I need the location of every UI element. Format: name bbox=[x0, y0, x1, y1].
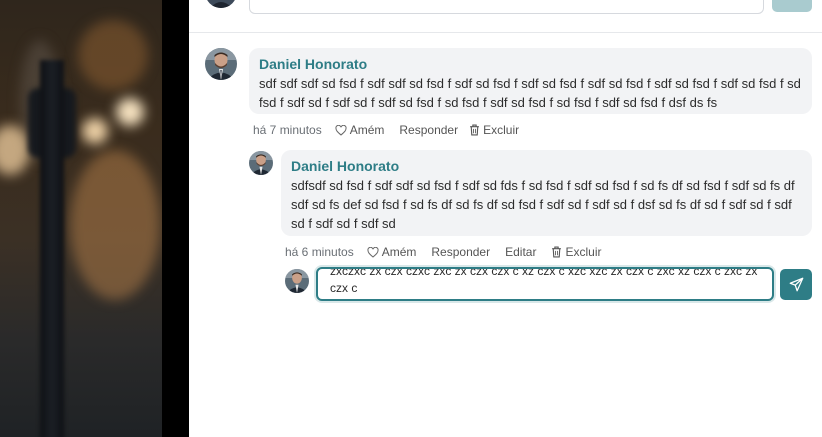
reply-label: Responder bbox=[399, 123, 459, 137]
divider bbox=[189, 32, 822, 33]
delete-button[interactable]: Excluir bbox=[469, 123, 519, 137]
heart-icon bbox=[335, 124, 347, 136]
amen-label: Amém bbox=[349, 123, 385, 137]
reply-text: sdfsdf sd fsd f sdf sdf sd fsd f sdf sd … bbox=[291, 178, 795, 231]
delete-label: Excluir bbox=[565, 245, 602, 259]
edit-label: Editar bbox=[505, 245, 537, 259]
avatar bbox=[249, 151, 273, 175]
reply-bubble: Daniel Honorato sdfsdf sd fsd f sdf sdf … bbox=[281, 150, 812, 236]
trash-icon bbox=[470, 124, 479, 136]
send-icon bbox=[789, 277, 803, 292]
edit-button[interactable]: Editar bbox=[505, 245, 536, 259]
backdrop-strip bbox=[162, 0, 189, 437]
send-button[interactable] bbox=[780, 269, 812, 300]
reply-textarea[interactable]: zxczxc zx czx czxc zxc zx czx czx c xz c… bbox=[316, 267, 774, 301]
reply-label: Responder bbox=[431, 245, 491, 259]
reply-author[interactable]: Daniel Honorato bbox=[291, 157, 802, 175]
reply-button[interactable]: Responder bbox=[431, 245, 490, 259]
avatar bbox=[205, 0, 237, 8]
comment-timestamp: há 7 minutos bbox=[253, 123, 322, 137]
amen-button[interactable]: Amém bbox=[335, 123, 385, 137]
comment-bubble: Daniel Honorato sdf sdf sdf sd fsd f sdf… bbox=[249, 48, 812, 114]
send-button[interactable] bbox=[772, 0, 812, 12]
avatar bbox=[205, 48, 237, 80]
reply-actions: há 6 minutos Amém Responder Editar Exclu… bbox=[285, 245, 601, 259]
comment-input[interactable] bbox=[249, 0, 764, 14]
background-photo bbox=[0, 0, 162, 437]
comments-panel: Daniel Honorato sdf sdf sdf sd fsd f sdf… bbox=[189, 0, 822, 437]
comment-text: sdf sdf sdf sd fsd f sdf sdf sd fsd f sd… bbox=[259, 76, 801, 110]
amen-label: Amém bbox=[381, 245, 417, 259]
delete-button[interactable]: Excluir bbox=[551, 245, 601, 259]
comment-actions: há 7 minutos Amém Responder Excluir bbox=[253, 123, 519, 137]
heart-icon bbox=[367, 246, 379, 258]
delete-label: Excluir bbox=[483, 123, 520, 137]
reply-textarea-value: zxczxc zx czx czxc zxc zx czx czx c xz c… bbox=[330, 267, 758, 295]
reply-button[interactable]: Responder bbox=[399, 123, 458, 137]
trash-icon bbox=[552, 246, 562, 258]
reply-timestamp: há 6 minutos bbox=[285, 245, 354, 259]
comment-author[interactable]: Daniel Honorato bbox=[259, 55, 802, 73]
avatar bbox=[285, 269, 309, 293]
amen-button[interactable]: Amém bbox=[367, 245, 417, 259]
